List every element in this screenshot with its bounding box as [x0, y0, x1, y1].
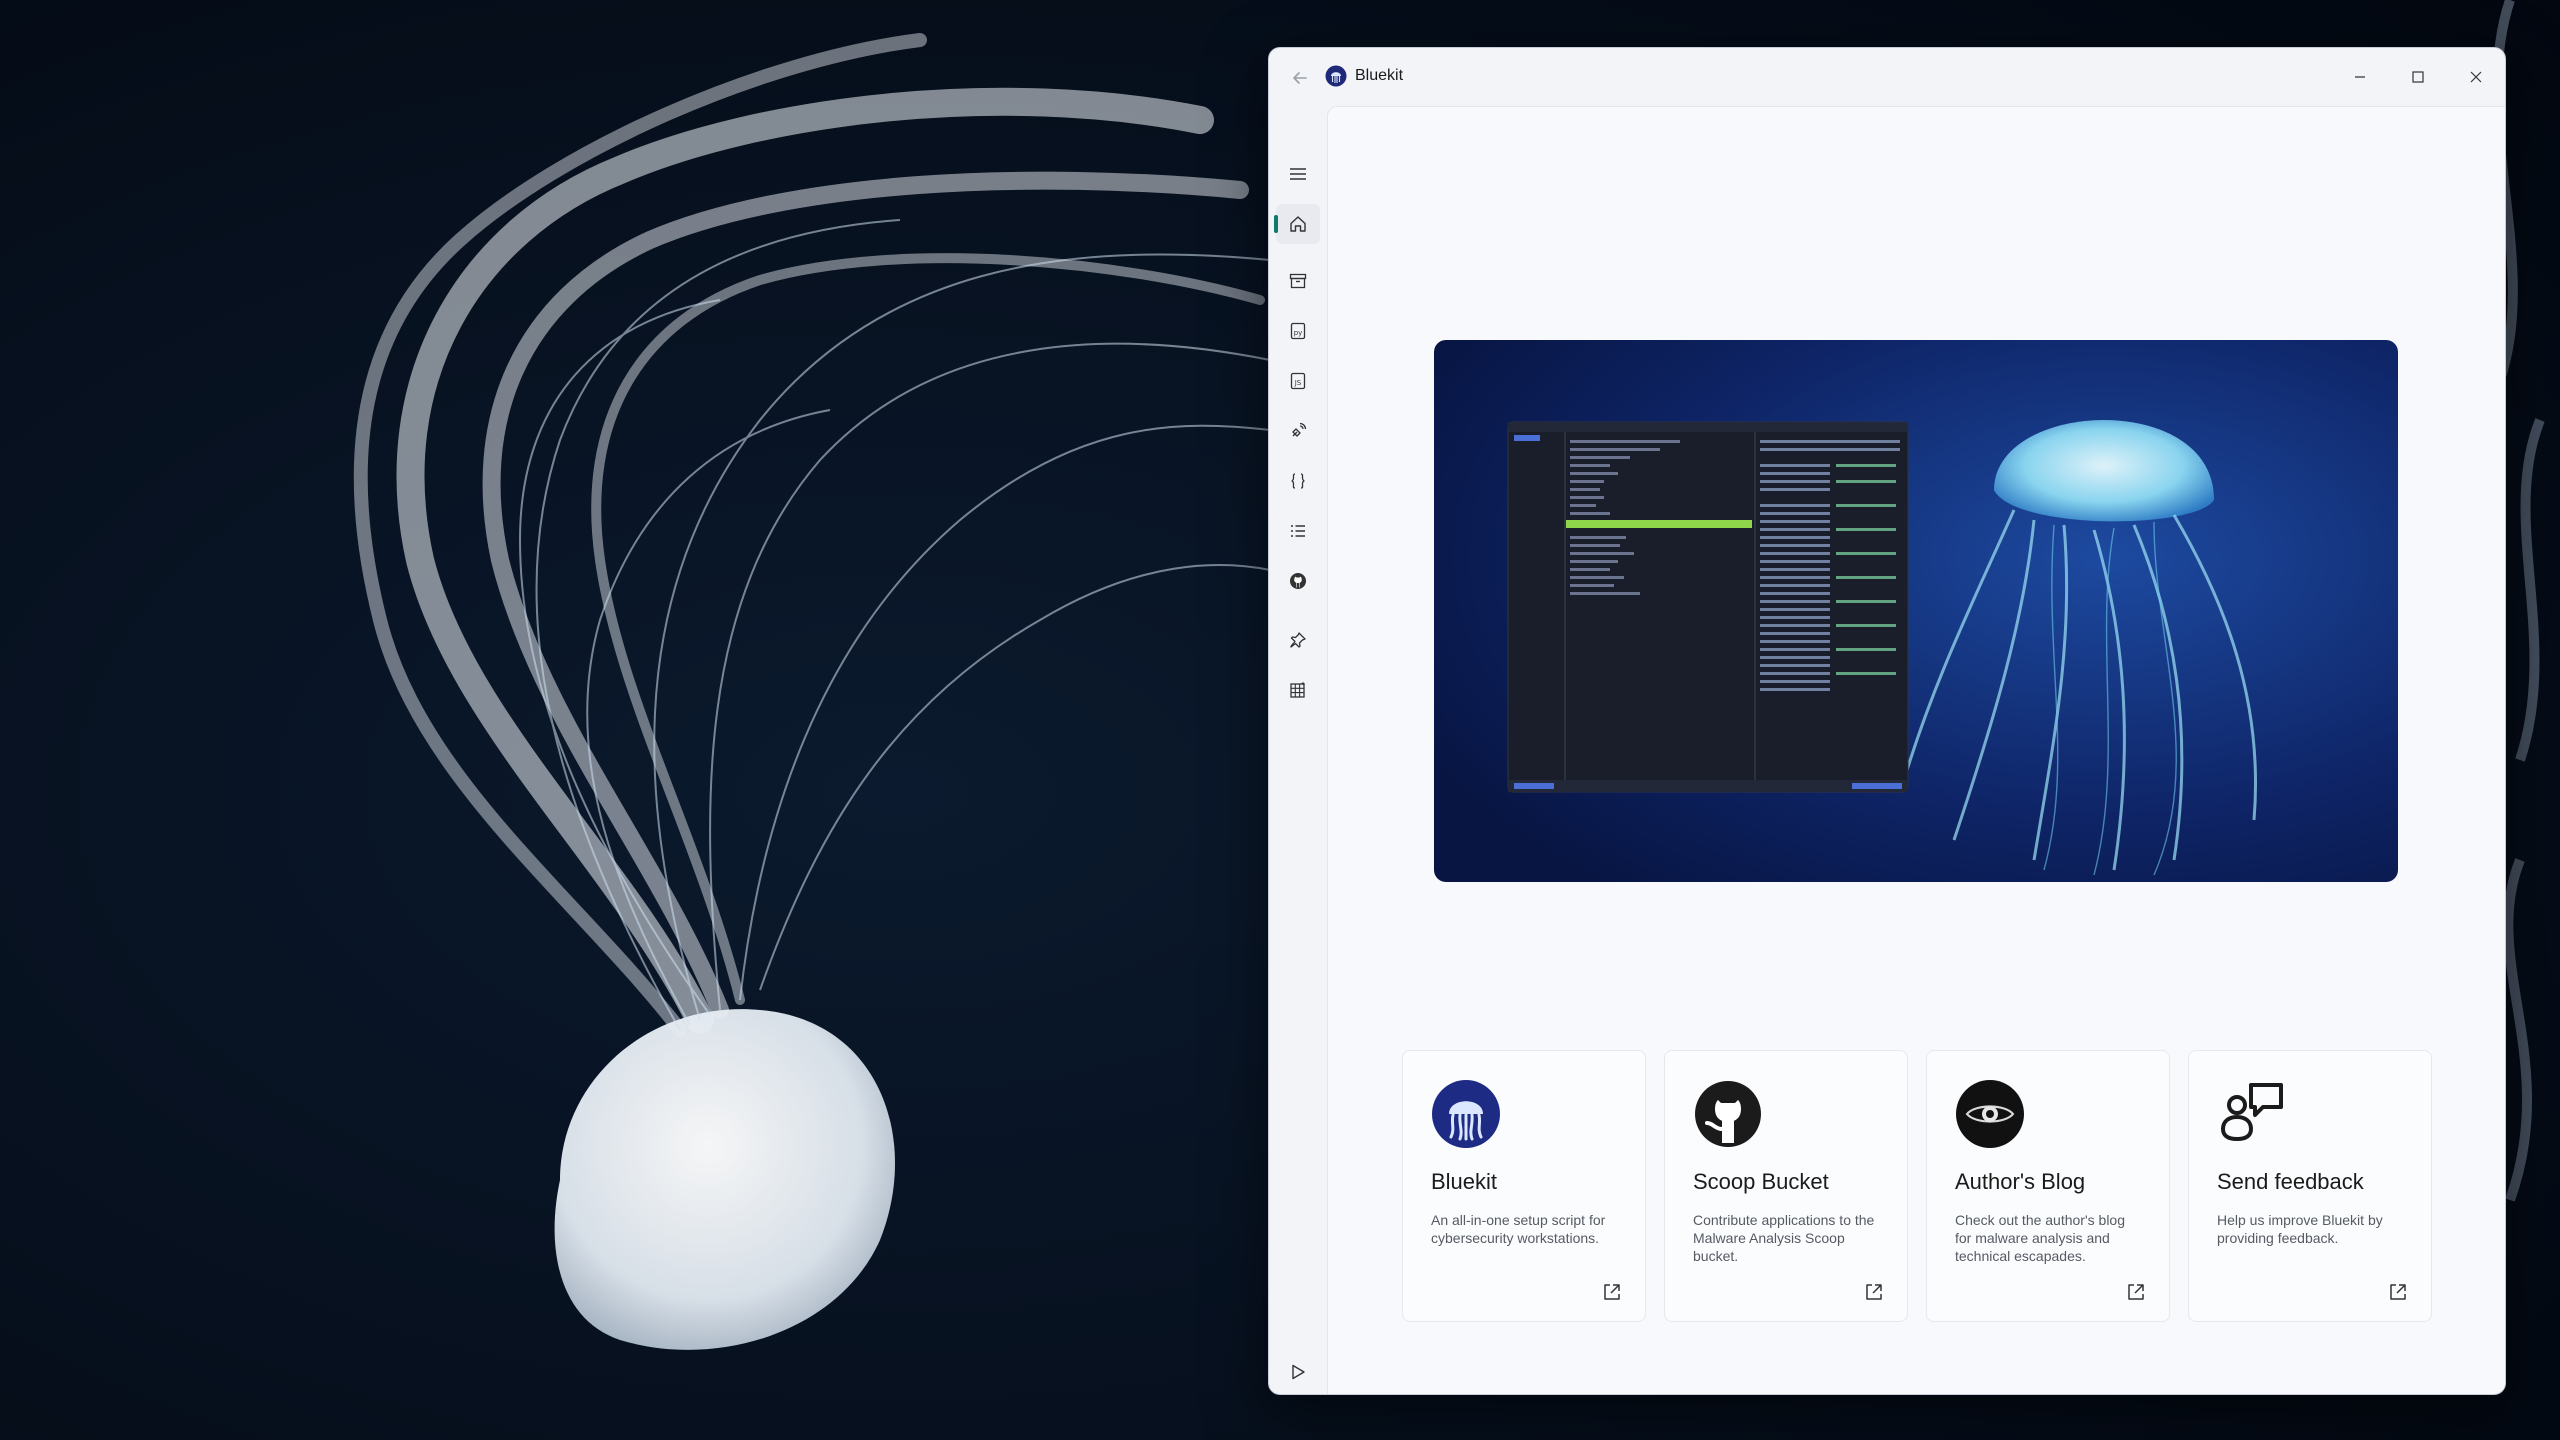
pin-icon	[1290, 632, 1306, 648]
js-file-icon: JS	[1290, 372, 1306, 390]
external-link-icon[interactable]	[1863, 1281, 1885, 1303]
title-bar[interactable]: Bluekit	[1269, 48, 2505, 106]
minimize-button[interactable]	[2331, 48, 2389, 106]
card-description: An all-in-one setup script for cybersecu…	[1431, 1212, 1606, 1246]
svg-text:JS: JS	[1294, 379, 1302, 387]
close-icon	[2470, 71, 2482, 83]
bluekit-logo-icon	[1432, 1080, 1500, 1148]
github-icon	[1290, 573, 1306, 589]
card-title: Scoop Bucket	[1693, 1169, 1829, 1194]
github-icon	[1695, 1081, 1761, 1147]
external-link-icon[interactable]	[2125, 1281, 2147, 1303]
home-icon	[1290, 216, 1306, 232]
card-description: Check out the author's blog for malware …	[1955, 1212, 2126, 1264]
navigation-pane: py JS	[1269, 106, 1327, 1394]
external-link-icon[interactable]	[1601, 1281, 1623, 1303]
nav-item-github[interactable]	[1276, 561, 1320, 601]
hero-image	[1434, 340, 2398, 882]
card-description: Help us improve Bluekit by providing fee…	[2217, 1212, 2383, 1246]
window-title: Bluekit	[1355, 67, 1404, 84]
menu-toggle-button[interactable]	[1276, 154, 1320, 194]
maximize-icon	[2412, 71, 2424, 83]
card-description: Contribute applications to the Malware A…	[1693, 1212, 1875, 1264]
nav-item-javascript[interactable]: JS	[1276, 361, 1320, 401]
archive-icon	[1289, 273, 1307, 289]
nav-item-pin[interactable]	[1276, 620, 1320, 660]
nav-item-table[interactable]	[1276, 670, 1320, 710]
maximize-button[interactable]	[2389, 48, 2447, 106]
feedback-icon	[2221, 1083, 2283, 1141]
card-send-feedback[interactable]: Send feedback Help us improve Bluekit by…	[2188, 1050, 2432, 1322]
svg-text:py: py	[1294, 329, 1303, 337]
card-bluekit[interactable]: Bluekit An all-in-one setup script for c…	[1402, 1050, 1646, 1322]
bluekit-logo-icon	[1325, 65, 1347, 87]
nav-item-python[interactable]: py	[1276, 311, 1320, 351]
minimize-icon	[2355, 76, 2365, 78]
grid-icon	[1290, 681, 1305, 698]
nav-item-json[interactable]	[1276, 461, 1320, 501]
card-title: Author's Blog	[1955, 1169, 2086, 1194]
nav-item-archive[interactable]	[1276, 261, 1320, 301]
hamburger-icon	[1290, 168, 1306, 180]
run-button[interactable]	[1276, 1352, 1320, 1392]
external-link-icon[interactable]	[2387, 1281, 2409, 1303]
card-title: Send feedback	[2217, 1169, 2364, 1194]
card-authors-blog[interactable]: Author's Blog Check out the author's blo…	[1926, 1050, 2170, 1322]
close-button[interactable]	[2447, 48, 2505, 106]
back-arrow-icon	[1293, 72, 1307, 84]
braces-icon	[1291, 473, 1305, 489]
card-scoop-bucket[interactable]: Scoop Bucket Contribute applications to …	[1664, 1050, 1908, 1322]
card-title: Bluekit	[1431, 1169, 1498, 1194]
checklist-icon	[1291, 525, 1305, 537]
nav-item-checklist[interactable]	[1276, 511, 1320, 551]
eye-icon	[1956, 1080, 2024, 1148]
play-icon	[1292, 1364, 1305, 1380]
satellite-icon	[1292, 422, 1307, 437]
back-button[interactable]	[1287, 65, 1313, 91]
nav-item-home[interactable]	[1274, 204, 1320, 244]
python-file-icon: py	[1290, 322, 1306, 340]
nav-item-tools[interactable]	[1276, 411, 1320, 451]
